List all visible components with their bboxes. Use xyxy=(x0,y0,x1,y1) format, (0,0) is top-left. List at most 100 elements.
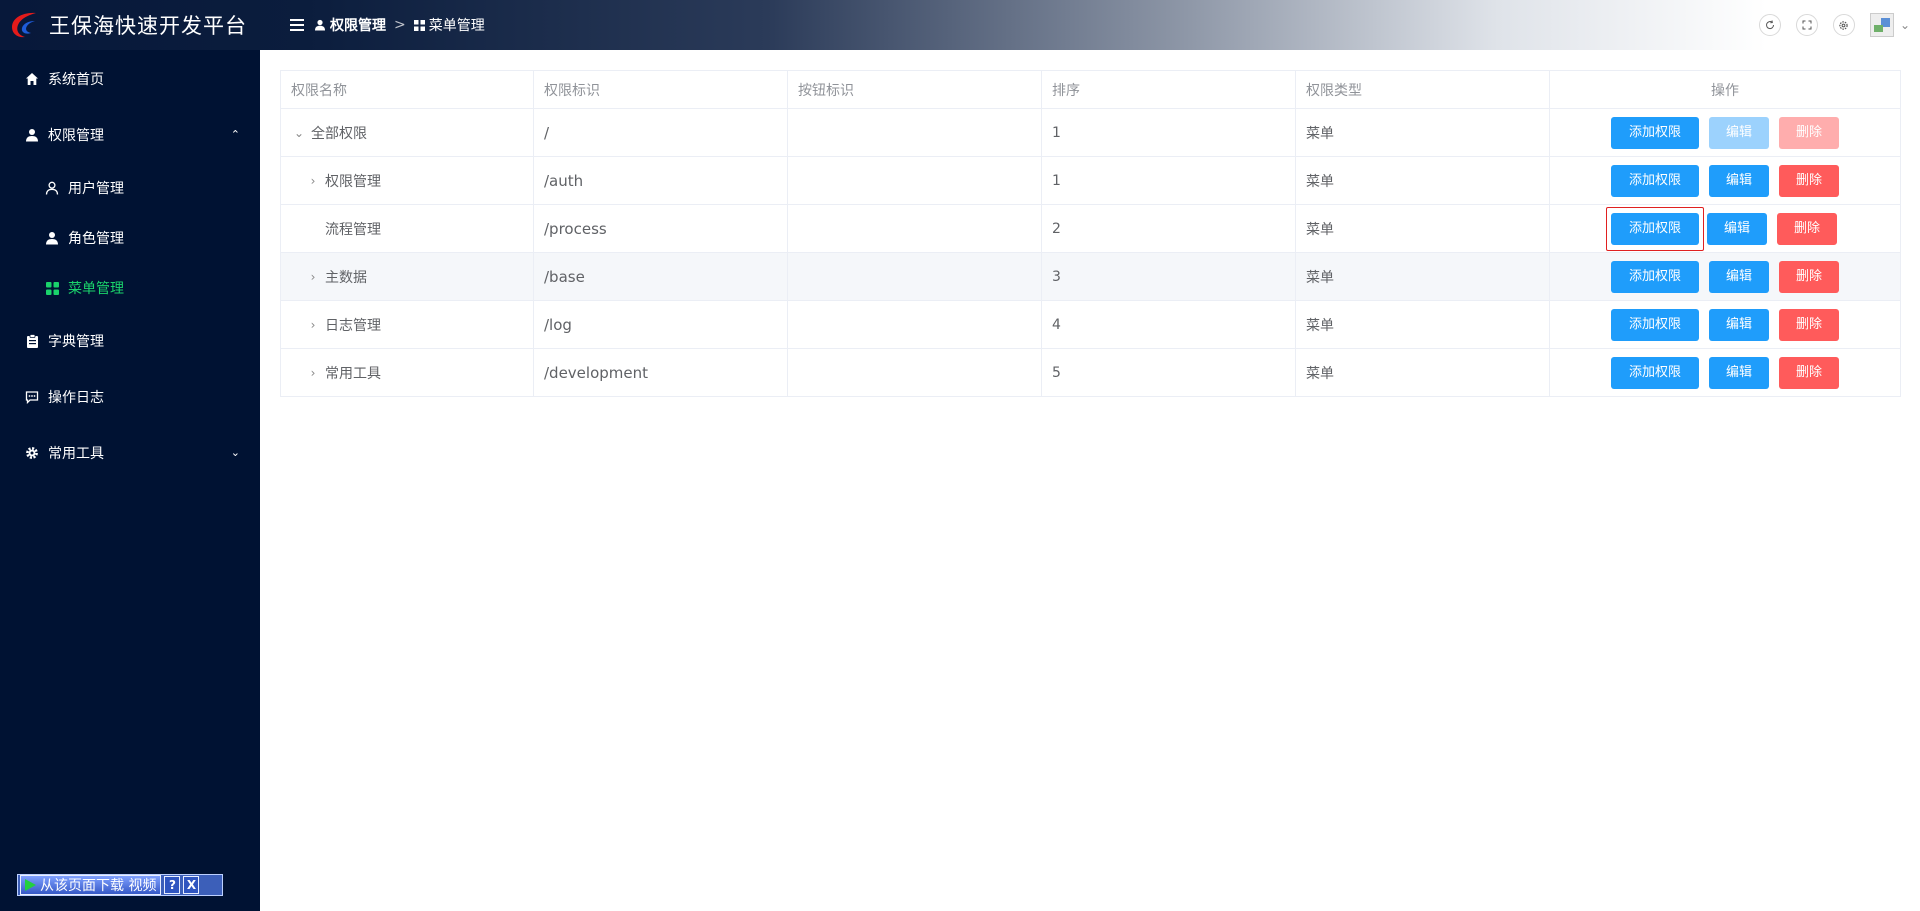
sidebar-item-label: 字典管理 xyxy=(48,334,104,350)
edit-button[interactable]: 编辑 xyxy=(1709,260,1769,293)
button-key xyxy=(787,300,1042,349)
table-header-row: 权限名称 权限标识 按钮标识 排序 权限类型 操作 xyxy=(280,70,1901,109)
edit-button: 编辑 xyxy=(1709,116,1769,149)
sort-order: 3 xyxy=(1041,252,1296,301)
permission-path: /base xyxy=(533,252,788,301)
user-icon xyxy=(314,19,326,31)
table-row: ⌄ 全部权限 / 1 菜单 添加权限 编辑 删除 xyxy=(280,108,1901,157)
sidebar-item-dict[interactable]: 字典管理 xyxy=(0,313,260,369)
sidebar-item-label: 菜单管理 xyxy=(68,281,124,297)
sidebar-item-label: 操作日志 xyxy=(48,390,104,406)
permission-path: /log xyxy=(533,300,788,349)
permission-name: 常用工具 xyxy=(325,365,381,382)
sidebar-item-tools[interactable]: 常用工具 ⌄ xyxy=(0,425,260,481)
focus-highlight: 添加权限 xyxy=(1606,206,1704,251)
breadcrumb-separator-icon: > xyxy=(394,17,406,33)
refresh-icon[interactable] xyxy=(1758,14,1781,36)
top-right-tools: ⌄ xyxy=(1758,0,1920,50)
download-video-button[interactable]: 从该页面下载 视频 xyxy=(20,875,162,895)
chevron-right-icon[interactable]: › xyxy=(305,318,321,332)
settings-icon[interactable] xyxy=(1832,14,1855,36)
clipboard-icon xyxy=(24,333,40,349)
sidebar-item-auth[interactable]: 权限管理 ⌃ xyxy=(0,107,260,163)
sidebar: 系统首页 权限管理 ⌃ 用户管理 角色管理 菜单管理 字典管理 操作日志 常用工… xyxy=(0,50,260,911)
chat-icon xyxy=(24,389,40,405)
fullscreen-icon[interactable] xyxy=(1795,14,1818,36)
permission-path: /auth xyxy=(533,156,788,205)
sidebar-item-label: 权限管理 xyxy=(48,128,104,144)
permission-name: 流程管理 xyxy=(325,221,381,238)
user-icon xyxy=(44,230,60,246)
button-key xyxy=(787,252,1042,301)
chevron-right-icon[interactable]: › xyxy=(305,366,321,380)
delete-button[interactable]: 删除 xyxy=(1779,308,1839,341)
sort-order: 1 xyxy=(1041,156,1296,205)
permission-type: 菜单 xyxy=(1295,156,1550,205)
button-key xyxy=(787,204,1042,253)
app-title: 王保海快速开发平台 xyxy=(49,14,247,38)
permission-path: /process xyxy=(533,204,788,253)
add-permission-button[interactable]: 添加权限 xyxy=(1611,116,1699,149)
home-icon xyxy=(24,71,40,87)
help-button[interactable]: ? xyxy=(164,876,181,894)
permission-type: 菜单 xyxy=(1295,204,1550,253)
table-row: 流程管理 /process 2 菜单 添加权限 编辑 删除 xyxy=(280,204,1901,253)
sort-order: 1 xyxy=(1041,108,1296,157)
table-row: › 日志管理 /log 4 菜单 添加权限 编辑 删除 xyxy=(280,300,1901,349)
add-permission-button[interactable]: 添加权限 xyxy=(1611,212,1699,245)
permission-name: 日志管理 xyxy=(325,317,381,334)
column-header: 权限名称 xyxy=(280,70,534,109)
delete-button[interactable]: 删除 xyxy=(1777,212,1837,245)
permission-path: /development xyxy=(533,348,788,397)
breadcrumb-item-current: 菜单管理 xyxy=(428,18,485,34)
edit-button[interactable]: 编辑 xyxy=(1707,212,1767,245)
avatar[interactable] xyxy=(1869,13,1894,37)
sort-order: 5 xyxy=(1041,348,1296,397)
sidebar-item-label: 常用工具 xyxy=(48,446,104,462)
edit-button[interactable]: 编辑 xyxy=(1709,164,1769,197)
permission-path: / xyxy=(533,108,788,157)
edit-button[interactable]: 编辑 xyxy=(1709,356,1769,389)
sidebar-item-users[interactable]: 用户管理 xyxy=(0,163,260,213)
permission-name: 主数据 xyxy=(325,269,367,286)
add-permission-button[interactable]: 添加权限 xyxy=(1611,356,1699,389)
user-icon xyxy=(24,127,40,143)
menu-toggle-icon[interactable] xyxy=(290,19,304,31)
permission-type: 菜单 xyxy=(1295,252,1550,301)
top-bar: 王保海快速开发平台 权限管理 > 菜单管理 ⌄ xyxy=(0,0,1920,50)
chevron-down-icon[interactable]: ⌄ xyxy=(1900,18,1910,32)
permission-name: 权限管理 xyxy=(325,173,381,190)
add-permission-button[interactable]: 添加权限 xyxy=(1611,164,1699,197)
delete-button: 删除 xyxy=(1779,116,1839,149)
add-permission-button[interactable]: 添加权限 xyxy=(1611,308,1699,341)
edit-button[interactable]: 编辑 xyxy=(1709,308,1769,341)
grid-icon xyxy=(413,19,425,31)
table-row: › 常用工具 /development 5 菜单 添加权限 编辑 删除 xyxy=(280,348,1901,397)
add-permission-button[interactable]: 添加权限 xyxy=(1611,260,1699,293)
gear-icon xyxy=(24,445,40,461)
chevron-right-icon[interactable]: › xyxy=(305,270,321,284)
permission-table: 权限名称 权限标识 按钮标识 排序 权限类型 操作 ⌄ 全部权限 / 1 菜单 … xyxy=(280,70,1901,397)
main-content: 权限名称 权限标识 按钮标识 排序 权限类型 操作 ⌄ 全部权限 / 1 菜单 … xyxy=(260,50,1920,911)
table-row: › 主数据 /base 3 菜单 添加权限 编辑 删除 xyxy=(280,252,1901,301)
brand: 王保海快速开发平台 xyxy=(0,0,260,50)
column-header: 权限标识 xyxy=(533,70,788,109)
button-key xyxy=(787,348,1042,397)
grid-icon xyxy=(44,280,60,296)
video-download-bar: 从该页面下载 视频 ? X xyxy=(17,874,223,896)
sidebar-item-logs[interactable]: 操作日志 xyxy=(0,369,260,425)
sidebar-item-home[interactable]: 系统首页 xyxy=(0,51,260,107)
breadcrumb-item[interactable]: 权限管理 xyxy=(330,15,386,35)
delete-button[interactable]: 删除 xyxy=(1779,164,1839,197)
sidebar-item-roles[interactable]: 角色管理 xyxy=(0,213,260,263)
delete-button[interactable]: 删除 xyxy=(1779,356,1839,389)
sidebar-item-label: 角色管理 xyxy=(68,231,124,247)
column-header: 按钮标识 xyxy=(787,70,1042,109)
chevron-down-icon[interactable]: ⌄ xyxy=(291,126,307,140)
sidebar-item-label: 用户管理 xyxy=(68,181,124,197)
sort-order: 2 xyxy=(1041,204,1296,253)
close-button[interactable]: X xyxy=(183,876,200,894)
chevron-right-icon[interactable]: › xyxy=(305,174,321,188)
sidebar-item-menus[interactable]: 菜单管理 xyxy=(0,263,260,313)
delete-button[interactable]: 删除 xyxy=(1779,260,1839,293)
